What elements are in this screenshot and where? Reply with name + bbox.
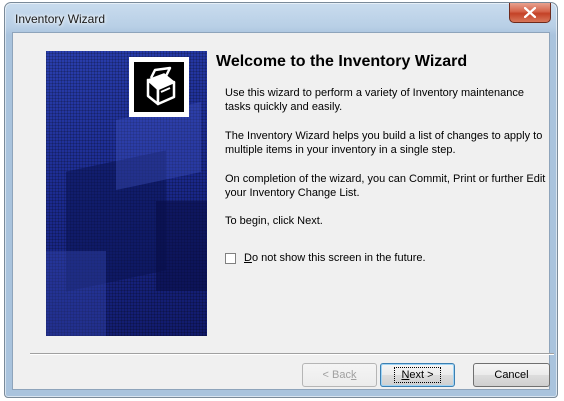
- focus-rect: Next >: [394, 367, 441, 383]
- description-paragraph: The Inventory Wizard helps you build a l…: [225, 130, 543, 156]
- dont-show-again-option[interactable]: Do not show this screen in the future.: [225, 250, 426, 266]
- wizard-body: Welcome to the Inventory Wizard Use this…: [12, 32, 554, 390]
- close-icon: [524, 7, 536, 18]
- art-shape: [46, 251, 106, 336]
- next-button[interactable]: Next >: [380, 363, 455, 387]
- dont-show-again-checkbox[interactable]: [225, 252, 236, 264]
- back-button[interactable]: < Back: [302, 363, 377, 387]
- art-shape: [156, 201, 207, 291]
- dont-show-again-label[interactable]: Do not show this screen in the future.: [244, 252, 426, 264]
- inventory-logo: [129, 57, 189, 117]
- cancel-button[interactable]: Cancel: [473, 363, 550, 387]
- wizard-window: Inventory Wizard Welcome to the Inventor…: [4, 2, 558, 398]
- button-separator: [30, 353, 554, 355]
- title-bar[interactable]: Inventory Wizard: [5, 3, 557, 33]
- instruction-paragraph: To begin, click Next.: [225, 215, 323, 227]
- inventory-box-icon: [146, 66, 176, 106]
- wizard-heading: Welcome to the Inventory Wizard: [216, 53, 468, 70]
- close-button[interactable]: [509, 3, 551, 23]
- window-title: Inventory Wizard: [15, 12, 106, 26]
- completion-paragraph: On completion of the wizard, you can Com…: [225, 173, 546, 199]
- intro-paragraph: Use this wizard to perform a variety of …: [225, 87, 524, 113]
- wizard-side-image: [46, 51, 207, 336]
